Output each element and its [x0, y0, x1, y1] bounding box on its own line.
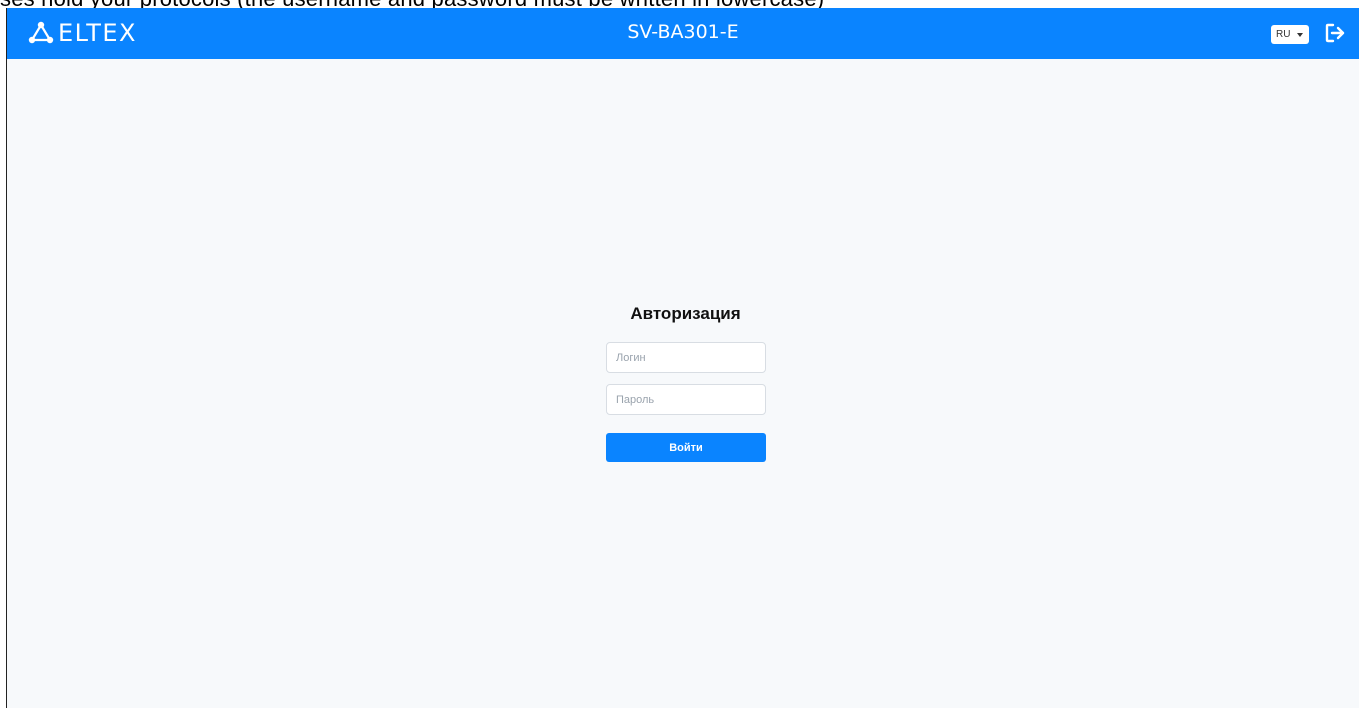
- device-title: SV-BA301-E: [627, 21, 739, 43]
- login-submit-button[interactable]: Войти: [606, 433, 766, 462]
- cropped-caption-text: ses hold your protocols (the username an…: [0, 0, 824, 8]
- app-header: ELTEX SV-BA301-E RU: [7, 8, 1359, 59]
- top-cropped-text-strip: ses hold your protocols (the username an…: [0, 0, 1359, 8]
- logout-icon: [1325, 23, 1345, 43]
- login-form: Авторизация Войти: [600, 303, 767, 462]
- language-select[interactable]: RU: [1271, 25, 1309, 44]
- login-input[interactable]: [606, 342, 766, 373]
- browser-viewport: ELTEX SV-BA301-E RU Авторизация Войти: [6, 8, 1359, 708]
- chevron-down-icon: [1297, 33, 1303, 37]
- login-title: Авторизация: [630, 304, 741, 323]
- password-input[interactable]: [606, 384, 766, 415]
- language-selected-value: RU: [1276, 29, 1291, 40]
- logout-button[interactable]: [1324, 22, 1346, 44]
